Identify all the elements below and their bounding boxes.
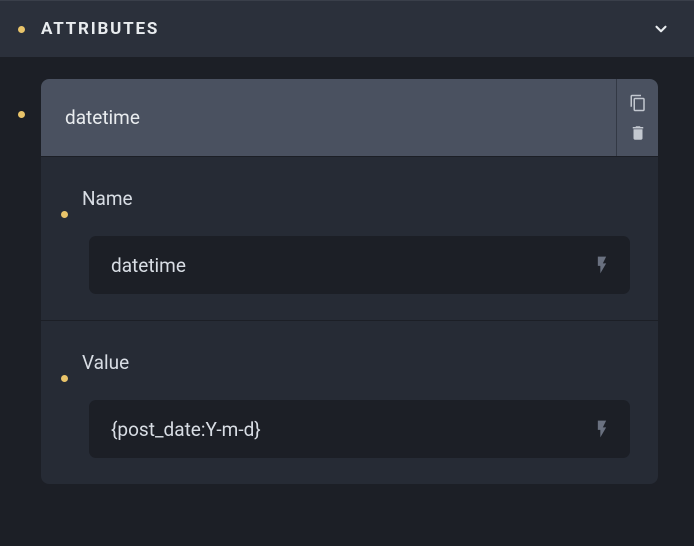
field-name-block: Name datetime — [41, 157, 658, 321]
field-name-label: Name — [82, 187, 133, 210]
field-name-input[interactable]: datetime — [89, 236, 630, 294]
attribute-card-header[interactable]: datetime — [41, 79, 658, 157]
panel-body: datetime Name datetime — [0, 57, 694, 514]
attribute-header-title: datetime — [41, 79, 616, 156]
bullet-icon — [61, 375, 68, 382]
field-value-value: {post_date:Y-m-d} — [111, 418, 592, 441]
field-value-label: Value — [82, 351, 129, 374]
field-name-value: datetime — [111, 254, 592, 277]
bullet-icon — [18, 26, 25, 33]
chevron-down-icon — [652, 20, 670, 38]
copy-icon[interactable] — [629, 94, 647, 112]
field-label-row: Name — [61, 179, 630, 218]
field-value-block: Value {post_date:Y-m-d} — [41, 321, 658, 484]
field-value-input[interactable]: {post_date:Y-m-d} — [89, 400, 630, 458]
bolt-icon[interactable] — [592, 418, 612, 440]
trash-icon[interactable] — [629, 124, 647, 142]
attribute-card: datetime Name datetime — [41, 79, 658, 484]
bullet-icon — [18, 111, 25, 118]
bolt-icon[interactable] — [592, 254, 612, 276]
attribute-card-actions — [616, 79, 658, 156]
attributes-panel: ATTRIBUTES — [0, 0, 694, 57]
panel-title: ATTRIBUTES — [41, 19, 652, 39]
field-label-row: Value — [61, 343, 630, 382]
attribute-row: datetime Name datetime — [0, 79, 694, 484]
attributes-panel-header[interactable]: ATTRIBUTES — [0, 0, 694, 57]
bullet-icon — [61, 211, 68, 218]
